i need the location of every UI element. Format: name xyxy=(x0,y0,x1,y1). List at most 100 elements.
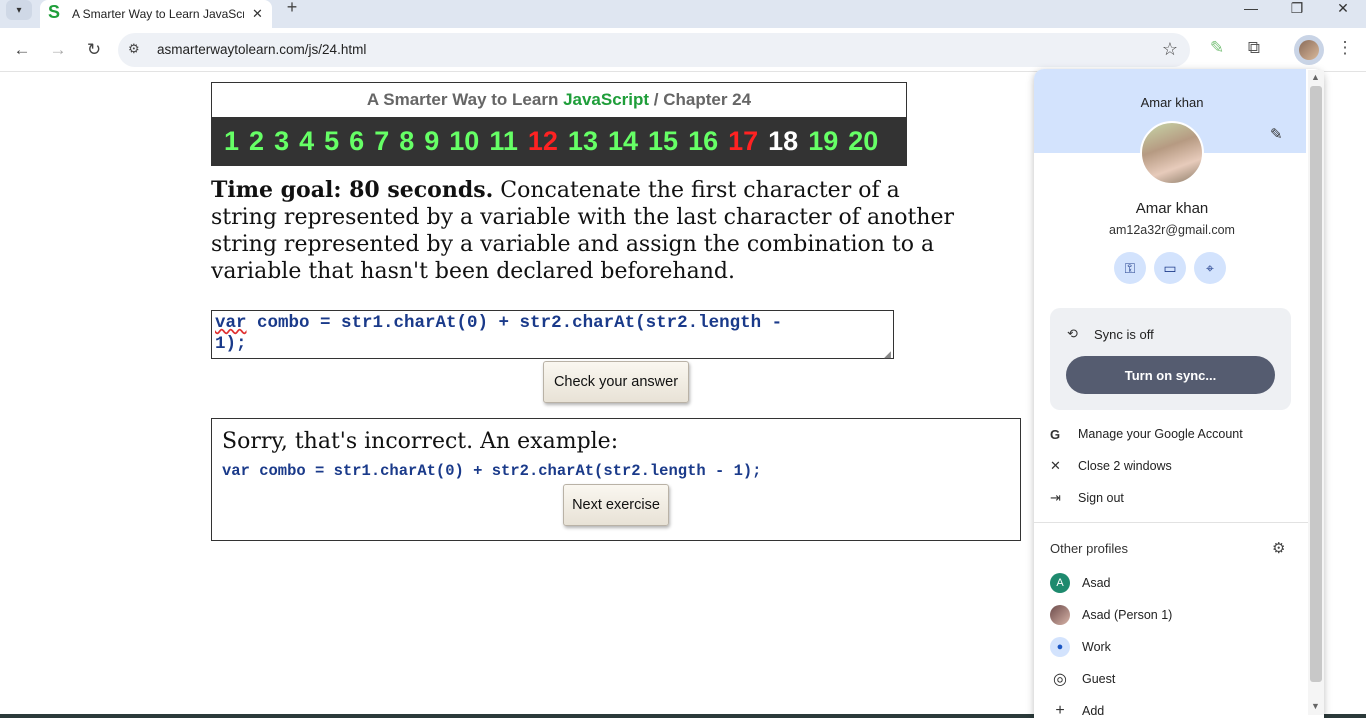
turn-on-sync-button[interactable]: Turn on sync... xyxy=(1066,356,1275,394)
title-highlight: JavaScript xyxy=(563,90,650,109)
chapter-link[interactable]: 15 xyxy=(648,126,678,157)
gear-icon[interactable]: ⚙ xyxy=(1272,539,1285,557)
answer-line2: 1); xyxy=(215,334,247,354)
profile-label: Guest xyxy=(1082,672,1116,686)
profile-item-guest[interactable]: ◎ Guest xyxy=(1050,669,1115,689)
browser-menu-icon[interactable]: ⋮ xyxy=(1332,38,1358,62)
chapter-link[interactable]: 12 xyxy=(528,126,558,157)
chapter-link[interactable]: 19 xyxy=(808,126,838,157)
sign-out-item[interactable]: ⇥ Sign out xyxy=(1050,488,1124,508)
address-bar[interactable]: ⚙ asmarterwaytolearn.com/js/24.html ☆ xyxy=(118,33,1190,67)
chapter-link[interactable]: 5 xyxy=(324,126,339,157)
sync-box: ⟲ Sync is off Turn on sync... xyxy=(1050,308,1291,410)
add-icon: + xyxy=(1055,702,1065,718)
profile-avatar-button[interactable] xyxy=(1294,35,1324,65)
minimize-button[interactable]: — xyxy=(1236,0,1266,16)
profile-panel: Amar khan ✎ Amar khan am12a32r@gmail.com… xyxy=(1034,69,1324,718)
sync-off-icon: ⟲ xyxy=(1067,326,1078,341)
profile-photo xyxy=(1140,121,1204,185)
page-title: A Smarter Way to Learn JavaScript / Chap… xyxy=(212,83,906,117)
profile-item-work[interactable]: ● Work xyxy=(1050,637,1111,657)
extension-leaf-icon[interactable]: ✎ xyxy=(1204,38,1230,62)
answer-textarea[interactable]: var combo = str1.charAt(0) + str2.charAt… xyxy=(211,310,894,359)
menu-item-label: Close 2 windows xyxy=(1078,459,1172,473)
chapter-link[interactable]: 16 xyxy=(688,126,718,157)
close-windows-item[interactable]: ✕ Close 2 windows xyxy=(1050,456,1172,476)
chapter-link[interactable]: 8 xyxy=(399,126,414,157)
exercise-instructions: Time goal: 80 seconds. Concatenate the f… xyxy=(211,177,971,285)
browser-tab[interactable]: S A Smarter Way to Learn JavaScri ✕ xyxy=(40,0,272,28)
chapter-link[interactable]: 17 xyxy=(728,126,758,157)
add-profile-item[interactable]: + Add xyxy=(1050,701,1104,718)
sync-status: Sync is off xyxy=(1094,327,1154,342)
result-box: Sorry, that's incorrect. An example: var… xyxy=(211,418,1021,541)
sign-out-icon: ⇥ xyxy=(1050,490,1061,505)
extensions-icon[interactable]: ⧉ xyxy=(1241,38,1267,62)
tab-title: A Smarter Way to Learn JavaScri xyxy=(72,7,244,21)
menu-item-label: Manage your Google Account xyxy=(1078,427,1243,441)
back-button[interactable]: ← xyxy=(10,38,34,62)
chapter-link[interactable]: 2 xyxy=(249,126,264,157)
chapter-link[interactable]: 11 xyxy=(489,126,518,157)
close-icon: ✕ xyxy=(1050,458,1061,473)
chapter-link[interactable]: 3 xyxy=(274,126,289,157)
manage-account-item[interactable]: G Manage your Google Account xyxy=(1050,424,1243,444)
new-tab-button[interactable]: + xyxy=(282,0,302,16)
profile-label: Asad xyxy=(1082,576,1111,590)
close-window-button[interactable]: ✕ xyxy=(1328,0,1358,16)
site-info-icon[interactable]: ⚙ xyxy=(128,41,140,57)
menu-item-label: Sign out xyxy=(1078,491,1124,505)
panel-scrollbar[interactable]: ▲ ▼ xyxy=(1308,70,1324,715)
time-goal: Time goal: 80 seconds. xyxy=(211,177,494,203)
result-message: Sorry, that's incorrect. An example: xyxy=(222,429,619,454)
next-exercise-button[interactable]: Next exercise xyxy=(563,484,669,526)
profile-item-asad-person1[interactable]: Asad (Person 1) xyxy=(1050,605,1172,625)
profile-photo-avatar xyxy=(1050,605,1070,625)
scroll-thumb[interactable] xyxy=(1310,86,1322,682)
answer-keyword: var xyxy=(215,313,247,333)
forward-button[interactable]: → xyxy=(46,38,70,62)
profile-email: am12a32r@gmail.com xyxy=(1109,223,1235,237)
url-text[interactable]: asmarterwaytolearn.com/js/24.html xyxy=(157,42,366,57)
chapter-link[interactable]: 9 xyxy=(424,126,439,157)
scroll-down-icon[interactable]: ▼ xyxy=(1311,701,1320,711)
restore-button[interactable]: ❐ xyxy=(1282,0,1312,16)
site-favicon-icon: S xyxy=(48,1,61,22)
chapter-link[interactable]: 7 xyxy=(374,126,389,157)
avatar xyxy=(1299,40,1319,60)
tab-strip: ▾ S A Smarter Way to Learn JavaScri ✕ + … xyxy=(0,0,1366,28)
chapter-link[interactable]: 10 xyxy=(449,126,479,157)
tab-search-button[interactable]: ▾ xyxy=(6,0,32,20)
chapter-link[interactable]: 6 xyxy=(349,126,364,157)
location-icon[interactable]: ⌖ xyxy=(1194,252,1226,284)
edit-pencil-icon[interactable]: ✎ xyxy=(1270,125,1283,143)
card-icon[interactable]: ▭ xyxy=(1154,252,1186,284)
chapter-link[interactable]: 13 xyxy=(568,126,598,157)
reload-button[interactable]: ↻ xyxy=(82,38,106,62)
browser-toolbar: ← → ↻ ⚙ asmarterwaytolearn.com/js/24.htm… xyxy=(0,28,1366,72)
key-icon[interactable]: ⚿ xyxy=(1114,252,1146,284)
scroll-up-icon[interactable]: ▲ xyxy=(1311,72,1320,82)
chapter-link[interactable]: 18 xyxy=(768,126,798,157)
answer-line1: combo = str1.charAt(0) + str2.charAt(str… xyxy=(246,313,783,333)
profile-item-asad[interactable]: A Asad xyxy=(1050,573,1111,593)
tab-close-icon[interactable]: ✕ xyxy=(252,6,263,22)
google-icon: G xyxy=(1050,426,1061,442)
profile-initial-avatar: A xyxy=(1050,573,1070,593)
resize-handle-icon[interactable]: ◢ xyxy=(884,349,891,360)
title-prefix: A Smarter Way to Learn xyxy=(366,90,564,109)
profile-name: Amar khan xyxy=(1135,200,1209,217)
work-person-icon: ● xyxy=(1050,637,1070,657)
chapter-link[interactable]: 1 xyxy=(224,126,239,157)
chapter-links: 1 2 3 4 5 6 7 8 9 10 11 12 13 14 15 16 17 18 19 20 xyxy=(212,117,906,166)
profile-label: Work xyxy=(1082,640,1111,654)
divider xyxy=(1034,522,1310,523)
example-code: var combo = str1.charAt(0) + str2.charAt… xyxy=(222,462,762,480)
chapter-link[interactable]: 20 xyxy=(848,126,878,157)
chapter-header: A Smarter Way to Learn JavaScript / Chap… xyxy=(211,82,907,166)
bookmark-star-icon[interactable]: ☆ xyxy=(1162,39,1178,60)
chapter-link[interactable]: 4 xyxy=(299,126,314,157)
profile-label: Asad (Person 1) xyxy=(1082,608,1173,622)
check-answer-button[interactable]: Check your answer xyxy=(543,361,689,403)
chapter-link[interactable]: 14 xyxy=(608,126,638,157)
